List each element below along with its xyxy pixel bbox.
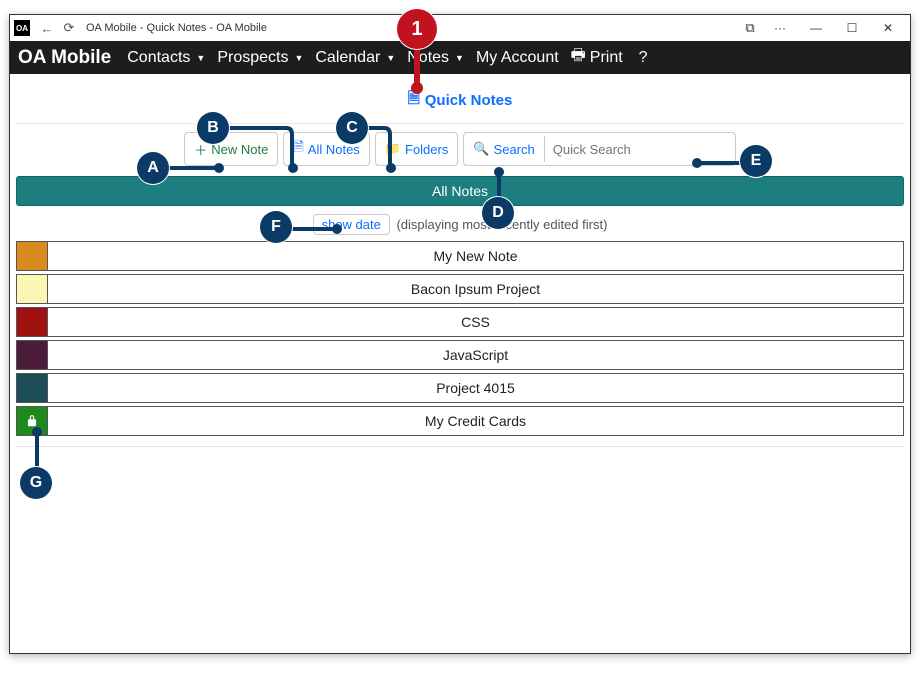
chevron-down-icon: ▼ [455,53,464,63]
callout-g: G [20,467,52,499]
note-color-swatch[interactable] [16,340,48,370]
menu-my-account[interactable]: My Account [470,49,565,67]
note-title[interactable]: Bacon Ipsum Project [48,274,904,304]
callout-b: B [197,112,229,144]
more-button[interactable]: ··· [762,21,798,35]
close-button[interactable]: ✕ [870,21,906,35]
brand[interactable]: OA Mobile [18,47,111,69]
callout-e: E [740,145,772,177]
callout-1: 1 [397,9,437,49]
note-color-swatch[interactable] [16,274,48,304]
menu-help[interactable]: ? [633,49,654,67]
note-row: My New Note [16,241,904,271]
search-button[interactable]: 🔍Search [464,136,544,162]
maximize-button[interactable]: ☐ [834,21,870,35]
menubar: OA Mobile Contacts▼ Prospects▼ Calendar▼… [10,41,910,74]
note-color-swatch[interactable] [16,307,48,337]
print-icon: 🖶 [571,44,586,71]
chevron-down-icon: ▼ [196,53,205,63]
menu-contacts[interactable]: Contacts▼ [121,49,211,67]
note-color-swatch[interactable] [16,241,48,271]
callout-1-dot [411,82,423,94]
notes-list: My New NoteBacon Ipsum ProjectCSSJavaScr… [10,241,910,436]
note-title[interactable]: JavaScript [48,340,904,370]
chevron-down-icon: ▼ [386,53,395,63]
page-title: 🗎 Quick Notes [408,88,513,113]
note-title[interactable]: My Credit Cards [48,406,904,436]
note-title[interactable]: My New Note [48,241,904,271]
menu-notes[interactable]: Notes▼ [401,49,470,67]
callout-c: C [336,112,368,144]
callout-a: A [137,152,169,184]
lock-icon [25,414,39,428]
browser-window: OA ← ⟳ OA Mobile - Quick Notes - OA Mobi… [9,14,911,654]
callout-f: F [260,211,292,243]
chevron-down-icon: ▼ [294,53,303,63]
note-title[interactable]: Project 4015 [48,373,904,403]
quick-search-input[interactable] [545,137,735,162]
note-color-swatch[interactable] [16,373,48,403]
menu-calendar[interactable]: Calendar▼ [309,49,401,67]
reader-icon[interactable]: ⧉ [738,20,762,36]
menu-prospects[interactable]: Prospects▼ [211,49,309,67]
note-row: Bacon Ipsum Project [16,274,904,304]
display-row: show date (displaying most recently edit… [10,206,910,241]
app-icon: OA [14,20,30,36]
search-icon: 🔍 [473,141,489,157]
window-title: OA Mobile - Quick Notes - OA Mobile [86,22,267,34]
note-row: JavaScript [16,340,904,370]
callout-d: D [482,197,514,229]
note-row: Project 4015 [16,373,904,403]
refresh-button[interactable]: ⟳ [58,20,80,36]
menu-print[interactable]: 🖶Print [565,44,629,71]
minimize-button[interactable]: — [798,21,834,35]
note-row: CSS [16,307,904,337]
note-title[interactable]: CSS [48,307,904,337]
back-button[interactable]: ← [36,21,58,36]
titlebar: OA ← ⟳ OA Mobile - Quick Notes - OA Mobi… [10,15,910,41]
note-row: My Credit Cards [16,406,904,436]
